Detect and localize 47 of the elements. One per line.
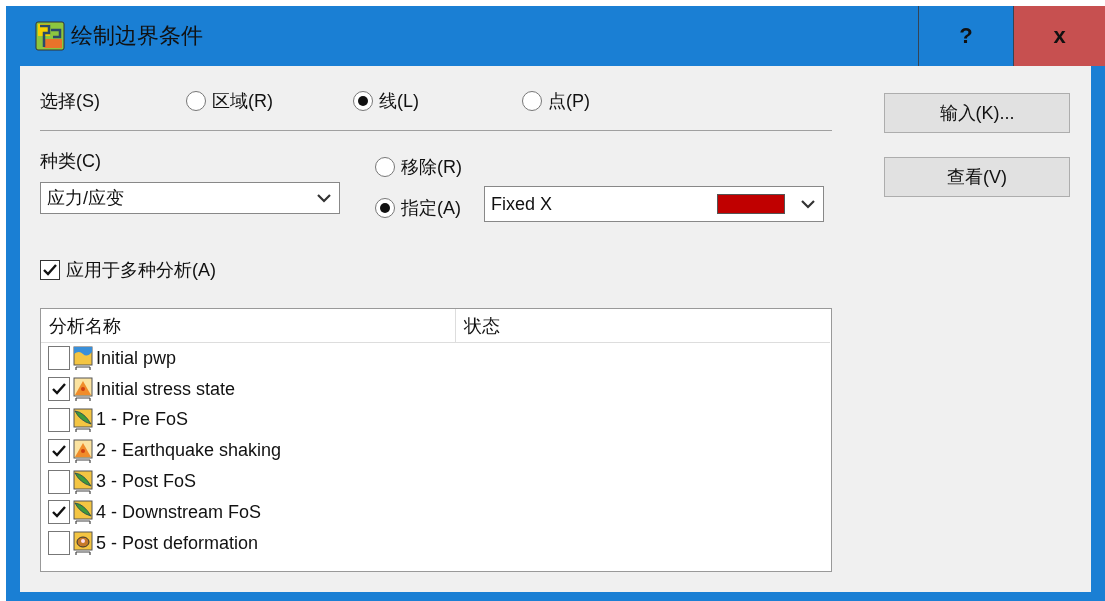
radio-button[interactable] [186,91,206,111]
close-button[interactable]: x [1013,6,1105,66]
dialog-button[interactable]: 查看(V) [884,157,1070,197]
mountain-icon [72,437,94,464]
checkmark-icon [42,262,58,278]
chevron-down-icon [801,199,815,209]
checkbox[interactable] [48,531,70,556]
checkbox[interactable] [48,469,70,494]
condition-dropdown[interactable]: Fixed X [484,186,824,222]
app-logo-icon [35,21,65,51]
checkbox[interactable] [48,438,70,463]
radio-label: 线(L) [379,90,419,113]
analysis-name: Initial stress state [96,378,236,400]
analysis-name: Initial pwp [96,347,177,369]
radio-label: 指定(A) [401,197,461,220]
column-header: 状态 [463,314,500,338]
leaf-slope-icon [72,407,94,433]
analysis-name: 2 - Earthquake shaking [96,440,282,462]
analysis-name: 3 - Post FoS [96,471,197,493]
checkbox[interactable] [48,346,70,371]
chevron-down-icon [317,193,331,203]
checkbox[interactable] [48,408,70,432]
water-level-icon [72,345,94,372]
radio-label: 点(P) [548,90,590,113]
checkbox[interactable] [48,377,70,402]
column-header: 分析名称 [41,309,456,342]
category-label: 种类(C) [40,150,102,173]
radio-button[interactable] [522,91,542,111]
leaf-slope-icon [72,468,94,495]
mountain-icon [72,376,94,403]
dialog-button[interactable]: 输入(K)... [884,93,1070,133]
selection-label: 选择(S) [40,90,101,113]
radio-label: 区域(R) [212,90,273,113]
analysis-name: 4 - Downstream FoS [96,501,262,523]
radio-button[interactable] [375,198,395,218]
checkbox[interactable] [40,260,60,280]
radio-button[interactable] [375,157,395,177]
checkbox[interactable] [48,500,70,525]
leaf-slope-icon [72,499,94,526]
analysis-name: 5 - Post deformation [96,532,259,554]
target-icon [72,530,94,557]
radio-button[interactable] [353,91,373,111]
window-title: 绘制边界条件 [71,22,203,50]
category-dropdown[interactable]: 应力/应变 [40,182,340,214]
checkbox-label: 应用于多种分析(A) [66,259,216,282]
analysis-name: 1 - Pre FoS [96,409,189,431]
radio-label: 移除(R) [401,156,462,179]
